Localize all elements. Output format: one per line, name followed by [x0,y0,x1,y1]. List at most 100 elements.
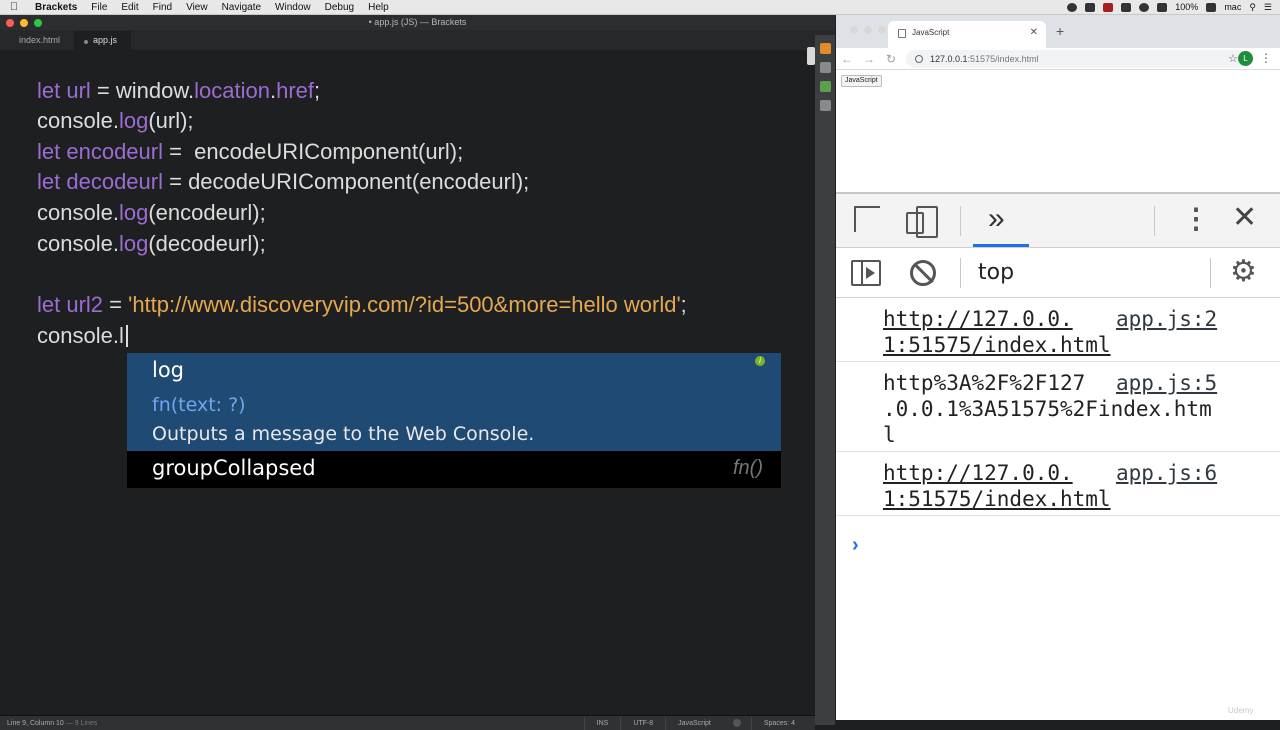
code-line-3[interactable]: let encodeurl = encodeURIComponent(url); [37,137,463,167]
code-line-4[interactable]: let decodeurl = decodeURIComponent(encod… [37,167,529,197]
menu-app-name[interactable]: Brackets [28,0,84,15]
creative-cloud-icon[interactable] [1067,2,1078,12]
browser-tab[interactable]: JavaScript ✕ [888,21,1046,48]
console-source-link[interactable]: app.js:6 [1116,460,1217,486]
chrome-toolbar: ← → ↻ 127.0.0.1:51575/index.html ☆ L ⋮ [836,48,1280,70]
window-controls [844,26,886,34]
console-message: http%3A%2F%2F127 .0.0.1%3A51575%2Findex.… [836,362,1280,452]
linting-icon[interactable] [819,81,831,92]
code-token: log [118,200,149,225]
zoom-window-button[interactable] [878,26,886,34]
cursor-position[interactable]: Line 9, Column 10 — 9 Lines [0,720,97,727]
menu-help[interactable]: Help [361,0,396,15]
code-token: (encodeurl); [148,200,266,225]
code-line-6[interactable]: console.log(decodeurl); [37,229,266,259]
volume-icon[interactable] [1157,2,1168,12]
forward-icon[interactable]: → [858,52,880,66]
code-line-9[interactable]: console.l [37,321,128,351]
code-token: let [37,169,67,194]
menu-file[interactable]: File [84,0,114,15]
minimize-window-button[interactable] [864,26,872,34]
code-token: = decodeURIComponent(encodeurl); [163,169,530,194]
clipboard-icon[interactable] [1121,2,1132,12]
console-sidebar-icon[interactable] [851,260,881,286]
devtools-toolbar: » ⋮ ✕ [836,194,1280,248]
app-status-icon[interactable] [1085,2,1096,12]
console-prompt-icon[interactable]: › [852,534,859,557]
code-token: console. [37,231,119,256]
menu-user[interactable]: mac [1224,2,1241,12]
menu-window[interactable]: Window [268,0,318,15]
url-host: 127.0.0.1 [930,54,968,64]
inspect-element-icon[interactable] [854,206,880,232]
tab-app-js[interactable]: app.js [74,31,132,50]
context-select[interactable]: top [978,260,1014,285]
menu-find[interactable]: Find [146,0,179,15]
console-source-link[interactable]: app.js:2 [1116,306,1217,332]
info-icon[interactable] [915,55,923,63]
hint-name: log [152,358,185,382]
bookmark-star-icon[interactable]: ☆ [1228,50,1238,68]
hint-type: fn() [733,457,763,479]
overwrite-mode-toggle[interactable]: INS [583,716,621,730]
more-tabs-icon[interactable]: » [988,202,1005,236]
active-tab-indicator [973,244,1029,247]
tab-index-html[interactable]: index.html [0,35,74,50]
menu-edit[interactable]: Edit [114,0,145,15]
live-preview-icon[interactable] [819,43,831,54]
page-button[interactable]: JavaScript [841,75,882,87]
apple-icon[interactable]:  [0,1,28,13]
code-line-2[interactable]: console.log(url); [37,106,194,136]
indent-setting[interactable]: Spaces: 4 [750,716,807,730]
close-tab-icon[interactable]: ✕ [1030,21,1038,44]
reload-icon[interactable]: ↻ [880,52,902,66]
menu-navigate[interactable]: Navigate [215,0,268,15]
working-files-tabs: index.html app.js [0,30,835,50]
hint-item-groupcollapsed[interactable]: groupCollapsed fn() [127,451,781,488]
wifi-icon[interactable] [1139,2,1150,12]
battery-icon[interactable] [1206,2,1217,12]
code-line-1[interactable]: let url = window.location.href; [37,76,320,106]
console-message-text[interactable]: http://127.0.0. 1:51575/index.html [883,460,1111,512]
devtools-menu-icon[interactable]: ⋮ [1182,202,1210,235]
extension-manager-icon[interactable] [819,62,831,73]
clear-console-icon[interactable] [910,260,936,286]
device-toolbar-icon[interactable] [906,206,938,238]
url-path: :51575/index.html [967,54,1039,64]
info-icon[interactable]: i [755,356,765,366]
back-icon[interactable]: ← [836,52,858,66]
hint-item-log[interactable]: log i fn(text: ?) Outputs a message to t… [127,353,781,451]
code-token: url2 [66,292,104,317]
menu-view[interactable]: View [179,0,215,15]
editor-scrollbar[interactable] [807,47,815,65]
console-message-text[interactable]: http://127.0.0. 1:51575/index.html [883,306,1111,358]
menu-list-icon[interactable]: ☰ [1264,2,1272,13]
code-line-8[interactable]: let url2 = 'http://www.discoveryvip.com/… [37,290,687,320]
linter-status-icon[interactable] [732,719,741,727]
chrome-window: JavaScript ✕ + ← → ↻ 127.0.0.1:51575/ind… [836,15,1280,720]
console-settings-icon[interactable]: ⚙ [1230,254,1257,289]
close-window-button[interactable] [850,26,858,34]
hint-signature: fn(text: ?) [152,394,246,416]
encoding-select[interactable]: UTF-8 [620,716,665,730]
language-select[interactable]: JavaScript [665,716,723,730]
search-icon[interactable]: ⚲ [1249,2,1256,13]
console-source-link[interactable]: app.js:5 [1116,370,1217,396]
recording-icon[interactable] [1103,2,1114,12]
code-token: (url); [148,108,194,133]
code-token: decodeurl [66,169,163,194]
profile-avatar[interactable]: L [1238,51,1253,66]
code-token: 'http://www.discoveryvip.com/?id=500&mor… [128,292,681,317]
new-tab-button[interactable]: + [1056,23,1064,39]
text-cursor [125,325,128,347]
menu-debug[interactable]: Debug [318,0,361,15]
close-devtools-icon[interactable]: ✕ [1232,200,1257,235]
chrome-menu-icon[interactable]: ⋮ [1260,51,1272,65]
home-icon[interactable] [819,100,831,111]
code-line-5[interactable]: console.log(encodeurl); [37,198,266,228]
address-bar[interactable]: 127.0.0.1:51575/index.html ☆ [906,50,1246,68]
code-token: console. [37,108,119,133]
code-token: ; [680,292,687,317]
battery-percent[interactable]: 100% [1175,2,1198,12]
extension-toolbar [815,35,835,725]
